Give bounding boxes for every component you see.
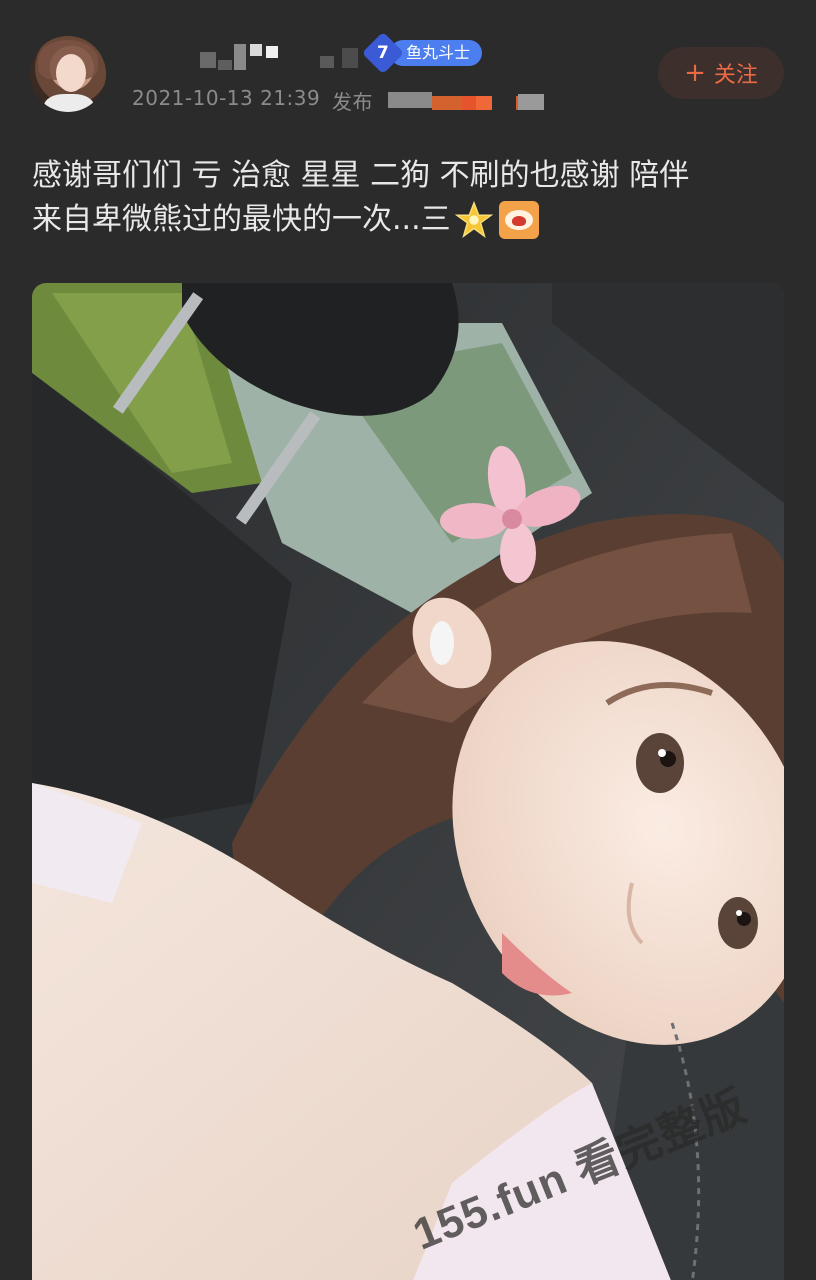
fan-level-badge: 7 鱼丸斗士 (361, 31, 483, 75)
meta-mosaic (518, 94, 544, 110)
username-mosaic (266, 46, 278, 58)
shocked-face-emoji-icon (498, 201, 539, 239)
username-mosaic (234, 44, 246, 70)
follow-button[interactable]: + 关注 (658, 47, 784, 99)
username-mosaic (320, 56, 334, 68)
username-mosaic (200, 52, 216, 68)
level-number: 7 (361, 31, 405, 75)
follow-label: 关注 (713, 63, 758, 88)
star-emoji-icon (454, 201, 493, 238)
meta-mosaic (432, 96, 462, 110)
username-row[interactable]: 7 鱼丸斗士 (130, 31, 650, 75)
avatar-shirt (44, 94, 94, 112)
post-text-line: 来自卑微熊过的最快的一次...三 (32, 198, 792, 242)
meta-mosaic (388, 92, 432, 108)
post-text-line: 感谢哥们们 亏 治愈 星星 二狗 不刷的也感谢 陪伴 (32, 154, 792, 198)
post-action-label: 发布 (332, 90, 373, 114)
user-avatar[interactable] (30, 36, 106, 112)
post-card: 7 鱼丸斗士 2021-10-13 21:39 发布 + 关注 感谢哥们们 亏 … (0, 0, 816, 1280)
post-text-line-2: 来自卑微熊过的最快的一次...三 (32, 202, 451, 237)
username-mosaic (250, 44, 262, 56)
post-photo[interactable]: 155.fun 看完整版 (32, 283, 784, 1280)
level-title: 鱼丸斗士 (390, 40, 483, 66)
post-text-line-1: 感谢哥们们 亏 治愈 星星 二狗 不刷的也感谢 陪伴 (32, 158, 690, 193)
avatar-face (56, 54, 86, 92)
post-timestamp: 2021-10-13 21:39 (132, 86, 321, 110)
username-mosaic (218, 60, 232, 70)
meta-mosaic (476, 96, 492, 110)
username-mosaic (342, 48, 358, 68)
post-text: 感谢哥们们 亏 治愈 星星 二狗 不刷的也感谢 陪伴 来自卑微熊过的最快的一次.… (32, 154, 792, 242)
plus-icon: + (684, 58, 706, 88)
